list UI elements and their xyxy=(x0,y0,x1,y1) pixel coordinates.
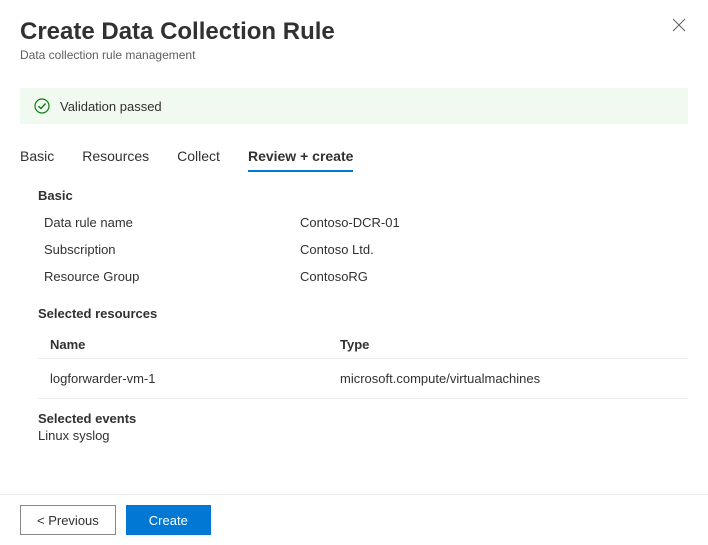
col-header-name: Name xyxy=(50,337,340,352)
tab-basic[interactable]: Basic xyxy=(20,148,54,172)
validation-message: Validation passed xyxy=(60,99,162,114)
cell-resource-type: microsoft.compute/virtualmachines xyxy=(340,371,540,386)
footer: < Previous Create xyxy=(0,494,708,545)
validation-banner: Validation passed xyxy=(20,88,688,124)
resources-table-header: Name Type xyxy=(38,331,688,358)
create-button[interactable]: Create xyxy=(126,505,211,535)
kv-row: Data rule name Contoso-DCR-01 xyxy=(38,215,688,230)
tab-review-create[interactable]: Review + create xyxy=(248,148,353,172)
close-icon xyxy=(672,18,686,32)
page-subtitle: Data collection rule management xyxy=(20,48,688,62)
kv-val-subscription: Contoso Ltd. xyxy=(300,242,374,257)
kv-row: Resource Group ContosoRG xyxy=(38,269,688,284)
events-line: Linux syslog xyxy=(38,428,688,443)
close-button[interactable] xyxy=(672,18,688,34)
page-title: Create Data Collection Rule xyxy=(20,18,688,46)
table-row: logforwarder-vm-1 microsoft.compute/virt… xyxy=(38,358,688,399)
col-header-type: Type xyxy=(340,337,369,352)
kv-val-resource-group: ContosoRG xyxy=(300,269,368,284)
tabs: Basic Resources Collect Review + create xyxy=(0,124,708,172)
kv-row: Subscription Contoso Ltd. xyxy=(38,242,688,257)
kv-key-resource-group: Resource Group xyxy=(44,269,300,284)
cell-resource-name: logforwarder-vm-1 xyxy=(50,371,340,386)
kv-key-data-rule-name: Data rule name xyxy=(44,215,300,230)
review-content: Basic Data rule name Contoso-DCR-01 Subs… xyxy=(0,172,708,443)
kv-val-data-rule-name: Contoso-DCR-01 xyxy=(300,215,400,230)
check-circle-icon xyxy=(34,98,50,114)
section-resources-label: Selected resources xyxy=(38,306,688,321)
kv-key-subscription: Subscription xyxy=(44,242,300,257)
tab-resources[interactable]: Resources xyxy=(82,148,149,172)
tab-collect[interactable]: Collect xyxy=(177,148,220,172)
section-basic-label: Basic xyxy=(38,188,688,203)
section-events-label: Selected events xyxy=(38,411,688,426)
previous-button[interactable]: < Previous xyxy=(20,505,116,535)
